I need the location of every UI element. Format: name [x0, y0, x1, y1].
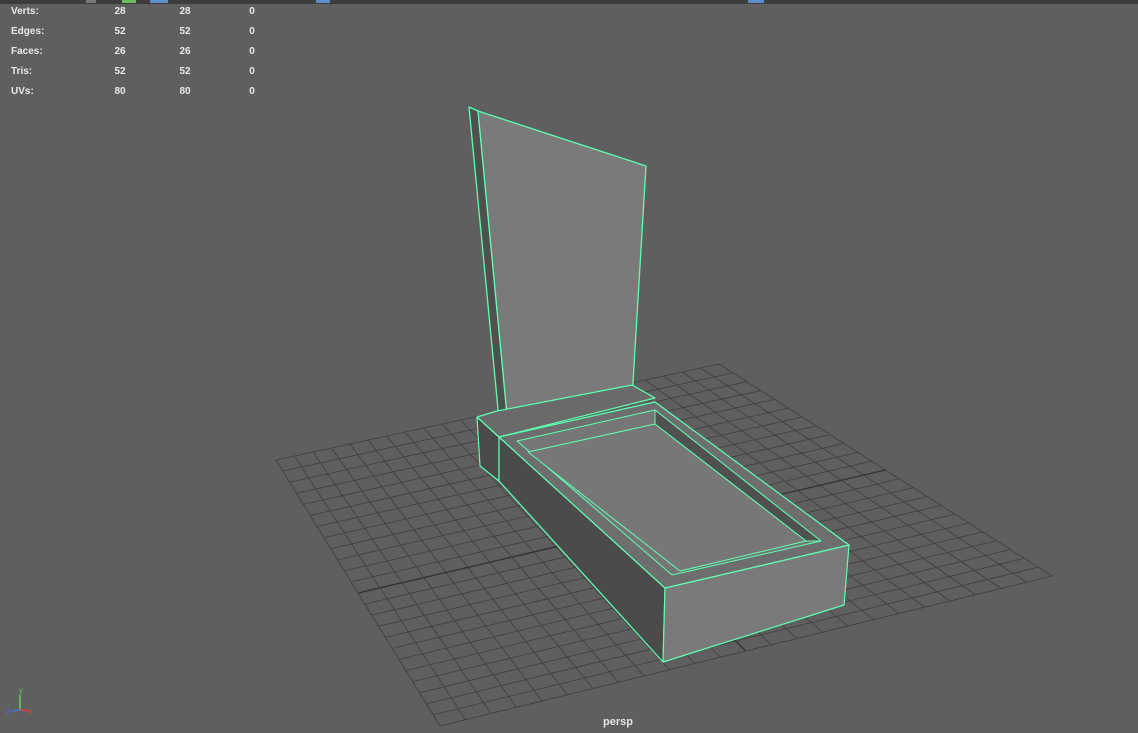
- hud-label: UVs:: [11, 86, 34, 97]
- grid-line: [294, 455, 466, 720]
- hud-value-object: 52: [114, 66, 126, 77]
- hud-value-selected: 52: [179, 26, 191, 37]
- hud-label: Faces:: [11, 46, 43, 57]
- hud-value-selected: 28: [179, 6, 191, 17]
- hud-value-object: 80: [114, 86, 126, 97]
- hud-value-object: 26: [114, 46, 126, 57]
- camera-name-label: persp: [603, 716, 633, 728]
- hud-row-tris: Tris: 52 52 0: [0, 64, 280, 84]
- hud-value-component: 0: [249, 46, 255, 57]
- hud-value-component: 0: [249, 66, 255, 77]
- headstone-front-face: [477, 110, 647, 426]
- hud-row-uvs: UVs: 80 80 0: [0, 84, 280, 104]
- y-axis-label: y: [19, 686, 23, 695]
- hud-row-verts: Verts: 28 28 0: [0, 4, 280, 24]
- hud-value-selected: 52: [179, 66, 191, 77]
- 3d-viewport[interactable]: Verts: 28 28 0 Edges: 52 52 0 Faces: 26 …: [0, 0, 1138, 733]
- hud-value-component: 0: [249, 26, 255, 37]
- scene-canvas[interactable]: [0, 0, 1138, 733]
- hud-value-object: 52: [114, 26, 126, 37]
- x-axis-label: x: [28, 707, 32, 716]
- hud-label: Tris:: [11, 66, 33, 77]
- z-axis-line: [11, 709, 21, 712]
- hud-label: Verts:: [11, 6, 39, 17]
- hud-value-component: 0: [249, 6, 255, 17]
- grid-line: [331, 447, 517, 708]
- hud-row-edges: Edges: 52 52 0: [0, 24, 280, 44]
- hud-label: Edges:: [11, 26, 45, 37]
- grid-line: [312, 451, 492, 714]
- hud-value-object: 28: [114, 6, 126, 17]
- z-axis-label: z: [6, 707, 10, 716]
- hud-row-faces: Faces: 26 26 0: [0, 44, 280, 64]
- axis-gizmo-icon: y x z: [6, 686, 32, 716]
- hud-value-selected: 80: [179, 86, 191, 97]
- hud-value-selected: 26: [179, 46, 191, 57]
- hud-value-component: 0: [249, 86, 255, 97]
